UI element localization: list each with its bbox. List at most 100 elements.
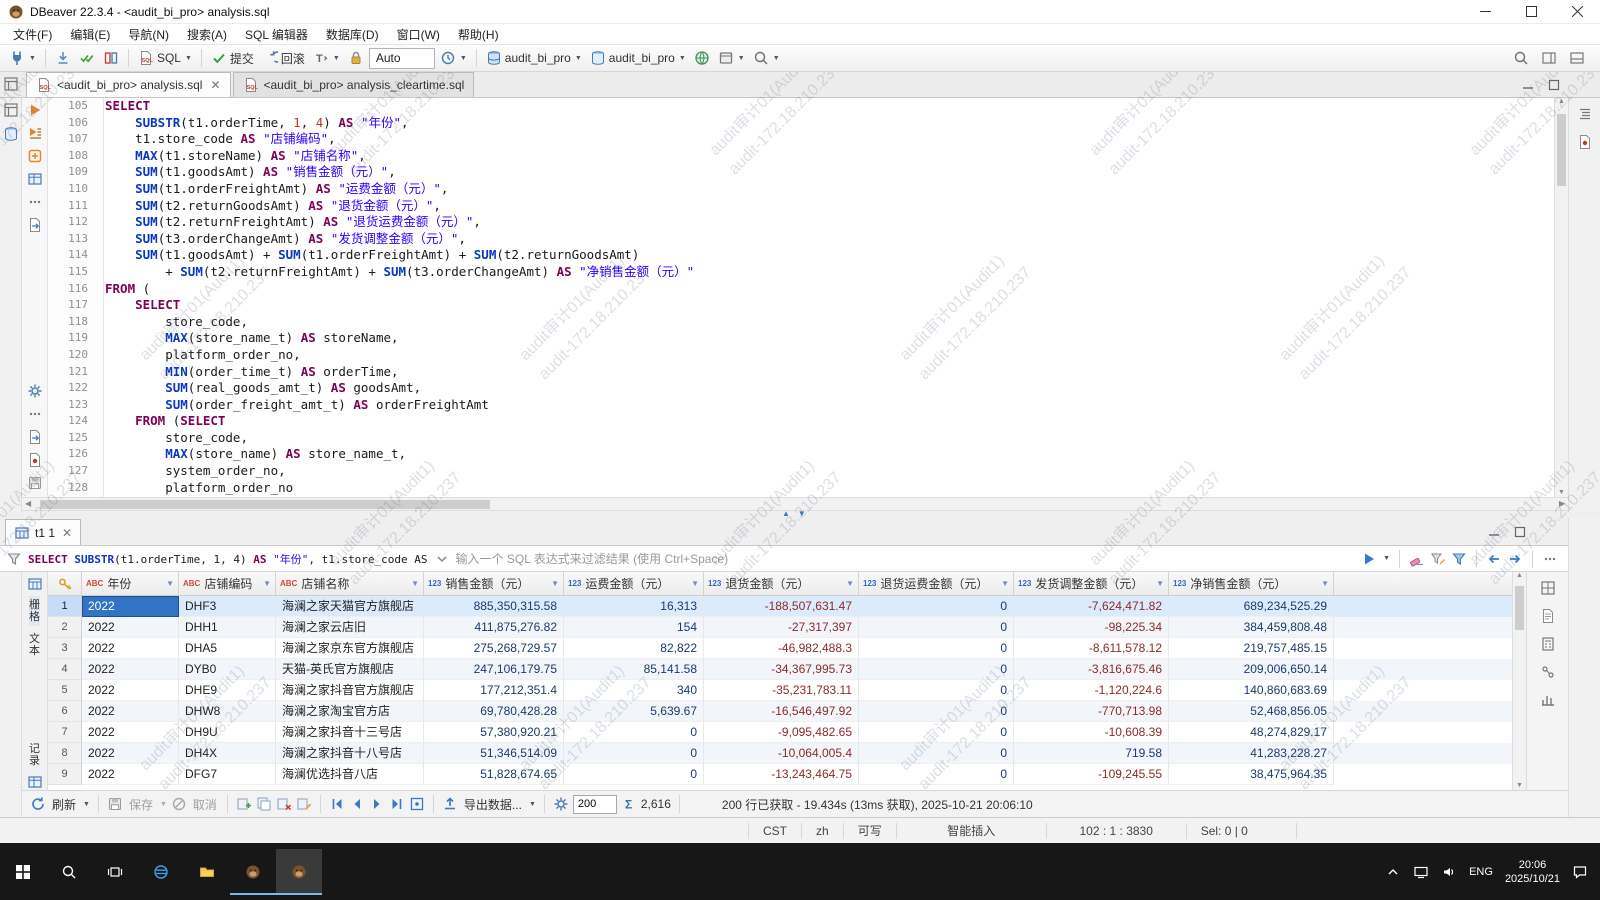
column-dropdown-icon[interactable]: ▼ xyxy=(1001,579,1009,588)
results-tab-t1[interactable]: t1 1 ✕ xyxy=(5,519,81,545)
menu-window[interactable]: 窗口(W) xyxy=(388,24,449,44)
scrollbar-thumb[interactable] xyxy=(40,500,490,509)
table-cell[interactable]: 海澜优选抖音八店 xyxy=(276,764,424,785)
row-number[interactable]: 5 xyxy=(48,680,82,701)
table-cell[interactable]: -9,095,482.65 xyxy=(704,722,859,743)
filter-history-forward-icon[interactable] xyxy=(1507,551,1523,567)
scrollbar-thumb[interactable] xyxy=(1515,586,1524,630)
table-cell[interactable]: 2022 xyxy=(82,659,179,680)
fetch-size-input[interactable] xyxy=(573,795,617,814)
transaction-log-button[interactable]: ▼ xyxy=(437,46,470,70)
restore-panel-icon[interactable] xyxy=(3,102,19,118)
explain-plan-icon[interactable] xyxy=(27,148,43,164)
table-cell[interactable]: 海澜之家抖音十八号店 xyxy=(276,743,424,764)
code-line[interactable]: 111 SUM(t2.returnGoodsAmt) AS "退货金额（元）", xyxy=(48,198,1554,215)
table-cell[interactable]: 247,106,179.75 xyxy=(424,659,564,680)
row-number[interactable]: 1 xyxy=(48,596,82,617)
edit-value-icon[interactable] xyxy=(296,796,312,812)
table-cell[interactable]: 219,757,485.15 xyxy=(1169,638,1334,659)
grid-vertical-scrollbar[interactable]: ▲▼ xyxy=(1512,572,1526,790)
record-grid-icon[interactable] xyxy=(27,774,43,790)
table-cell[interactable]: DHF3 xyxy=(179,596,276,617)
code-line[interactable]: 115 + SUM(t2.returnFreightAmt) + SUM(t3.… xyxy=(48,264,1554,281)
table-cell[interactable]: 海澜之家京东官方旗舰店 xyxy=(276,638,424,659)
results-tab-close-icon[interactable]: ✕ xyxy=(62,526,72,540)
column-dropdown-icon[interactable]: ▼ xyxy=(1156,579,1164,588)
table-cell[interactable]: 0 xyxy=(859,722,1014,743)
tab-close-icon[interactable]: ✕ xyxy=(210,78,220,92)
toggle-right-panel-button[interactable] xyxy=(1538,46,1560,70)
code-line[interactable]: 119 MAX(store_name_t) AS storeName, xyxy=(48,330,1554,347)
code-line[interactable]: 118 store_code, xyxy=(48,314,1554,331)
previous-row-icon[interactable] xyxy=(349,796,365,812)
column-header-3[interactable]: ABC店铺名称▼ xyxy=(276,572,424,595)
maximize-results-icon[interactable] xyxy=(1512,524,1528,540)
execute-script-icon[interactable] xyxy=(27,125,43,141)
row-number[interactable]: 9 xyxy=(48,764,82,785)
code-line[interactable]: 122 SUM(real_goods_amt_t) AS goodsAmt, xyxy=(48,380,1554,397)
table-row[interactable]: 12022DHF3海澜之家天猫官方旗舰店885,350,315.5816,313… xyxy=(48,596,1512,617)
tab-analysis-cleartime-sql[interactable]: SQL <audit_bi_pro> analysis_cleartime.sq… xyxy=(233,72,475,97)
table-cell[interactable]: 82,822 xyxy=(564,638,704,659)
save-icon[interactable] xyxy=(107,796,123,812)
maximize-button[interactable] xyxy=(1508,0,1554,23)
more-icon[interactable] xyxy=(27,406,43,422)
table-cell[interactable]: -8,611,578.12 xyxy=(1014,638,1169,659)
sql-code-editor[interactable]: 105SELECT106 SUBSTR(t1.orderTime, 1, 4) … xyxy=(48,98,1554,497)
table-cell[interactable]: 340 xyxy=(564,680,704,701)
table-cell[interactable]: 48,274,829.17 xyxy=(1169,722,1334,743)
code-line[interactable]: 126 MAX(store_name) AS store_name_t, xyxy=(48,446,1554,463)
table-cell[interactable]: 154 xyxy=(564,617,704,638)
table-cell[interactable]: 384,459,808.48 xyxy=(1169,617,1334,638)
table-cell[interactable]: 2022 xyxy=(82,617,179,638)
save-button[interactable]: 保存 xyxy=(129,796,153,813)
code-line[interactable]: 106 SUBSTR(t1.orderTime, 1, 4) AS "年份", xyxy=(48,115,1554,132)
table-cell[interactable]: 16,313 xyxy=(564,596,704,617)
table-cell[interactable]: 38,475,964.35 xyxy=(1169,764,1334,785)
table-row[interactable]: 42022DYB0天猫-英氏官方旗舰店247,106,179.7585,141.… xyxy=(48,659,1512,680)
eval-grid-icon[interactable] xyxy=(27,171,43,187)
table-cell[interactable]: DHW8 xyxy=(179,701,276,722)
erase-filter-icon[interactable] xyxy=(1409,551,1425,567)
editor-results-splitter[interactable]: ▲▼ xyxy=(0,511,1600,518)
collapse-up-icon[interactable]: ▲ xyxy=(782,509,790,518)
table-cell[interactable]: 411,875,276.82 xyxy=(424,617,564,638)
code-line[interactable]: 121 MIN(order_time_t) AS orderTime, xyxy=(48,364,1554,381)
go-to-row-icon[interactable] xyxy=(409,796,425,812)
table-cell[interactable]: -188,507,631.47 xyxy=(704,596,859,617)
toggle-bottom-panel-button[interactable] xyxy=(1566,46,1588,70)
column-dropdown-icon[interactable]: ▼ xyxy=(263,579,271,588)
volume-icon[interactable] xyxy=(1441,864,1457,880)
column-header-7[interactable]: 123退货运费金额（元）▼ xyxy=(859,572,1014,595)
table-cell[interactable]: 2022 xyxy=(82,638,179,659)
export-data-button[interactable]: 导出数据... xyxy=(464,796,522,813)
refresh-button[interactable]: 刷新 xyxy=(52,796,76,813)
collapse-down-icon[interactable]: ▼ xyxy=(798,509,806,518)
quick-search-button[interactable]: ▼ xyxy=(750,46,783,70)
minimize-results-icon[interactable] xyxy=(1486,524,1502,540)
execute-statement-icon[interactable] xyxy=(27,102,43,118)
code-line[interactable]: 112 SUM(t2.returnFreightAmt) AS "退货运费金额（… xyxy=(48,214,1554,231)
code-line[interactable]: 116FROM ( xyxy=(48,281,1554,298)
add-row-icon[interactable] xyxy=(236,796,252,812)
column-header-2[interactable]: ABC店铺编码▼ xyxy=(179,572,276,595)
table-cell[interactable]: 69,780,428.28 xyxy=(424,701,564,722)
code-line[interactable]: 107 t1.store_code AS "店铺编码", xyxy=(48,131,1554,148)
taskbar-search-button[interactable] xyxy=(46,849,92,895)
commit-mode-combo[interactable]: Auto xyxy=(369,48,435,69)
table-cell[interactable]: 2022 xyxy=(82,596,179,617)
code-line[interactable]: 127 system_order_no, xyxy=(48,463,1554,480)
value-viewer-icon[interactable] xyxy=(1540,580,1556,596)
table-cell[interactable]: -10,064,005.4 xyxy=(704,743,859,764)
code-line[interactable]: 128 platform_order_no xyxy=(48,480,1554,497)
table-cell[interactable]: 689,234,525.29 xyxy=(1169,596,1334,617)
transaction-mode-button[interactable]: T▼ xyxy=(310,46,343,70)
code-line[interactable]: 109 SUM(t1.goodsAmt) AS "销售金额（元）", xyxy=(48,164,1554,181)
table-cell[interactable]: 51,346,514.09 xyxy=(424,743,564,764)
menu-edit[interactable]: 编辑(E) xyxy=(61,24,119,44)
editor-vertical-scrollbar[interactable]: ▲▼ xyxy=(1554,98,1568,497)
templates-panel-icon[interactable] xyxy=(1577,134,1593,150)
result-grid[interactable]: ABC年份▼ABC店铺编码▼ABC店铺名称▼123销售金额（元）▼123运费金额… xyxy=(48,572,1512,790)
table-cell[interactable]: 41,283,228.27 xyxy=(1169,743,1334,764)
table-cell[interactable]: 海澜之家抖音十三号店 xyxy=(276,722,424,743)
